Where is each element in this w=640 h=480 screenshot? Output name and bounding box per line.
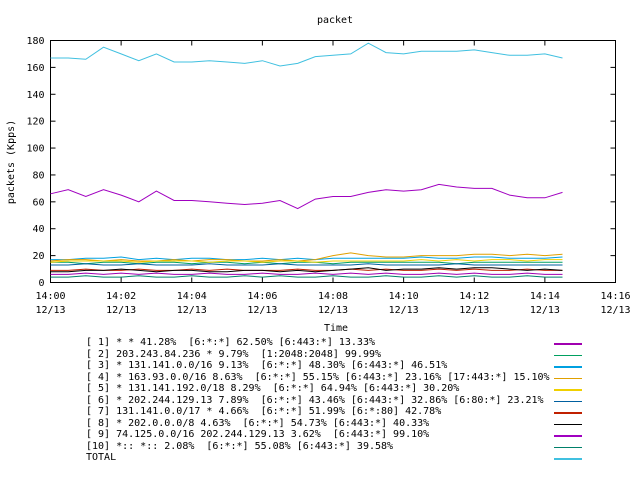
legend-entry: [ 3] * 131.141.0.0/16 9.13% [6:*:*] 48.3…	[86, 360, 586, 372]
legend-entry: [ 2] 203.243.84.236 * 9.79% [1:2048:2048…	[86, 349, 586, 361]
legend-label: [ 6] * 202.244.129.13 7.89% [6:*:*] 43.4…	[86, 394, 544, 406]
legend-entry: [ 5] * 131.141.192.0/18 8.29% [6:*:*] 64…	[86, 383, 586, 395]
legend-label: [10] *:: *:: 2.08% [6:*:*] 55.08% [6:443…	[86, 440, 394, 452]
series-line-11	[50, 42, 563, 67]
y-tick-label: 120	[26, 117, 44, 128]
series-line-10	[50, 275, 563, 278]
y-tick-label: 0	[38, 278, 44, 289]
legend-label: TOTAL	[86, 452, 117, 463]
legend-swatch	[554, 366, 582, 368]
legend-entry: [ 9] 74.125.0.0/16 202.244.129.13 3.62% …	[86, 429, 586, 441]
x-tick-label-date: 12/13	[459, 305, 489, 316]
legend-entry: TOTAL	[86, 452, 586, 464]
x-tick-label-time: 14:14	[530, 291, 560, 302]
legend-swatch	[554, 354, 582, 356]
x-tick-label-date: 12/13	[177, 305, 207, 316]
legend-swatch	[554, 435, 582, 437]
series-lines	[50, 42, 563, 278]
x-tick-label-date: 12/13	[318, 305, 348, 316]
x-tick-label-date: 12/13	[247, 305, 277, 316]
legend-entry: [10] *:: *:: 2.08% [6:*:*] 55.08% [6:443…	[86, 441, 586, 453]
legend-swatch	[554, 343, 582, 345]
y-ticks: 0 20 40 60 80 100 120 140 160 180	[26, 36, 616, 289]
x-tick-label-time: 14:00	[35, 291, 65, 302]
legend-swatch	[554, 400, 582, 402]
legend-label: [ 5] * 131.141.192.0/18 8.29% [6:*:*] 64…	[86, 383, 460, 394]
y-tick-label: 180	[26, 36, 44, 47]
legend-label: [ 4] * 163.93.0.0/16 8.63% [6:*:*] 55.15…	[86, 371, 550, 383]
legend-entry: [ 7] 131.141.0.0/17 * 4.66% [6:*:*] 51.9…	[86, 406, 586, 418]
series-line-2	[50, 261, 563, 265]
legend-swatch	[554, 446, 582, 448]
y-tick-label: 40	[32, 224, 44, 235]
plot-frame	[50, 40, 616, 283]
legend-label: [ 1] * * 41.28% [6:*:*] 62.50% [6:443:*]…	[86, 337, 375, 348]
y-tick-label: 140	[26, 90, 44, 101]
legend-label: [ 7] 131.141.0.0/17 * 4.66% [6:*:*] 51.9…	[86, 406, 442, 417]
legend-entry: [ 1] * * 41.28% [6:*:*] 62.50% [6:443:*]…	[86, 337, 586, 349]
x-tick-label-time: 14:08	[318, 291, 348, 302]
legend-label: [ 3] * 131.141.0.0/16 9.13% [6:*:*] 48.3…	[86, 360, 448, 371]
legend-swatch	[554, 412, 582, 414]
y-tick-label: 60	[32, 197, 44, 208]
legend-swatch	[554, 389, 582, 391]
series-line-1	[50, 272, 563, 275]
legend-swatch	[554, 423, 582, 425]
legend-label: [ 2] 203.243.84.236 * 9.79% [1:2048:2048…	[86, 348, 382, 360]
x-axis-label: Time	[324, 323, 348, 334]
y-tick-label: 160	[26, 63, 44, 74]
x-tick-label-date: 12/13	[389, 305, 419, 316]
y-axis-label: packets (Kpps)	[6, 120, 17, 204]
x-tick-label-date: 12/13	[35, 305, 65, 316]
x-tick-label-date: 12/13	[106, 305, 136, 316]
x-tick-label-time: 14:12	[459, 291, 489, 302]
x-tick-label-time: 14:10	[389, 291, 419, 302]
x-tick-label-date: 12/13	[600, 305, 630, 316]
legend-entry: [ 4] * 163.93.0.0/16 8.63% [6:*:*] 55.15…	[86, 372, 586, 384]
x-tick-label-time: 14:16	[600, 291, 630, 302]
x-tick-label-time: 14:04	[177, 291, 207, 302]
legend-swatch	[554, 458, 582, 460]
legend: [ 1] * * 41.28% [6:*:*] 62.50% [6:443:*]…	[86, 337, 586, 464]
series-line-9	[50, 183, 563, 210]
series-line-6	[50, 263, 563, 266]
y-tick-label: 80	[32, 170, 44, 181]
series-line-3	[50, 256, 563, 261]
legend-label: [ 8] * 202.0.0.0/8 4.63% [6:*:*] 54.73% …	[86, 417, 430, 429]
x-tick-label-time: 14:02	[106, 291, 136, 302]
legend-entry: [ 8] * 202.0.0.0/8 4.63% [6:*:*] 54.73% …	[86, 418, 586, 430]
chart-title: packet	[317, 15, 353, 26]
legend-swatch	[554, 377, 582, 379]
legend-entry: [ 6] * 202.244.129.13 7.89% [6:*:*] 43.4…	[86, 395, 586, 407]
legend-label: [ 9] 74.125.0.0/16 202.244.129.13 3.62% …	[86, 429, 430, 440]
x-tick-label-date: 12/13	[530, 305, 560, 316]
x-tick-label-time: 14:06	[247, 291, 277, 302]
y-tick-label: 20	[32, 251, 44, 262]
y-tick-label: 100	[26, 144, 44, 155]
